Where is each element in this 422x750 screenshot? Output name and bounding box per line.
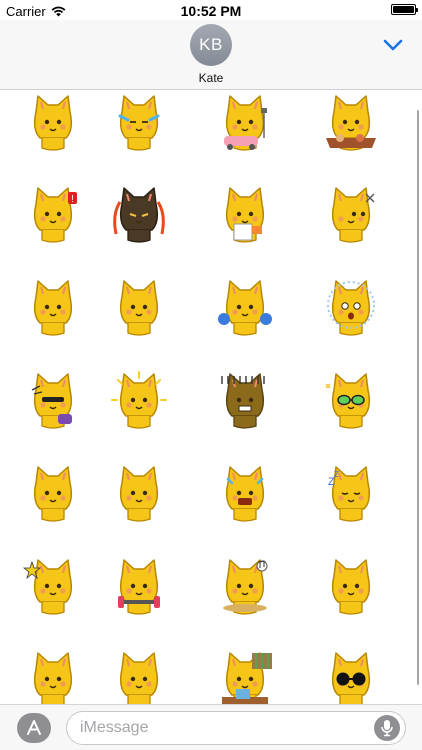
app-store-button[interactable]: [17, 713, 51, 743]
app-store-icon: [27, 720, 41, 735]
cat-sticker-drinking[interactable]: [22, 463, 84, 525]
cat-sticker-tongue-out[interactable]: [320, 556, 382, 618]
sticker-grid: ! Z Z: [0, 90, 422, 704]
cat-sticker-cool-shades[interactable]: [320, 649, 382, 704]
battery-level: [393, 6, 414, 13]
message-bar: [0, 704, 422, 750]
cat-sticker-side-glance[interactable]: [320, 184, 382, 246]
cat-sticker-surprised-alert[interactable]: !: [22, 184, 84, 246]
cat-sticker-panic[interactable]: [214, 463, 276, 525]
chevron-down-icon[interactable]: [382, 34, 404, 56]
cat-sticker-tears-of-joy[interactable]: [108, 92, 170, 154]
microphone-button[interactable]: [374, 715, 400, 741]
cat-sticker-shining[interactable]: [108, 370, 170, 432]
cat-sticker-riding-car[interactable]: [214, 92, 276, 154]
cat-sticker-crying-angry[interactable]: [22, 92, 84, 154]
cat-sticker-pointing[interactable]: [22, 556, 84, 618]
svg-text:Z: Z: [334, 470, 339, 479]
cat-sticker-holding-sign[interactable]: [214, 184, 276, 246]
cat-sticker-burning-rage[interactable]: [108, 184, 170, 246]
svg-text:!: !: [71, 194, 74, 205]
cat-sticker-studying[interactable]: [214, 649, 276, 704]
cat-sticker-teary[interactable]: [108, 649, 170, 704]
cat-sticker-lifting[interactable]: [108, 556, 170, 618]
avatar-initials: KB: [199, 35, 223, 54]
status-bar: Carrier 10:52 PM: [0, 0, 422, 22]
cat-sticker-dancing[interactable]: [22, 370, 84, 432]
cat-sticker-cheerleader[interactable]: [214, 277, 276, 339]
microphone-icon: [381, 720, 393, 737]
cat-sticker-sleeping[interactable]: ZZ: [320, 463, 382, 525]
cat-sticker-sunglasses[interactable]: [320, 370, 382, 432]
cat-sticker-shocked[interactable]: [320, 277, 382, 339]
contact-name[interactable]: Kate: [0, 71, 422, 85]
status-right: [391, 4, 418, 15]
avatar[interactable]: KB: [190, 24, 232, 66]
cat-sticker-gloomy[interactable]: [214, 370, 276, 432]
status-time: 10:52 PM: [180, 3, 242, 19]
conversation-header: KB Kate: [0, 20, 422, 90]
cat-sticker-unimpressed[interactable]: [22, 649, 84, 704]
cat-sticker-eating-feast[interactable]: [320, 92, 382, 154]
cat-sticker-bored[interactable]: [108, 277, 170, 339]
cat-sticker-sleepy[interactable]: [22, 277, 84, 339]
message-input[interactable]: [66, 711, 406, 745]
scrollbar[interactable]: [416, 110, 419, 685]
cat-sticker-wink[interactable]: [108, 463, 170, 525]
cat-sticker-music-eating[interactable]: [214, 556, 276, 618]
battery-icon: [391, 4, 418, 15]
